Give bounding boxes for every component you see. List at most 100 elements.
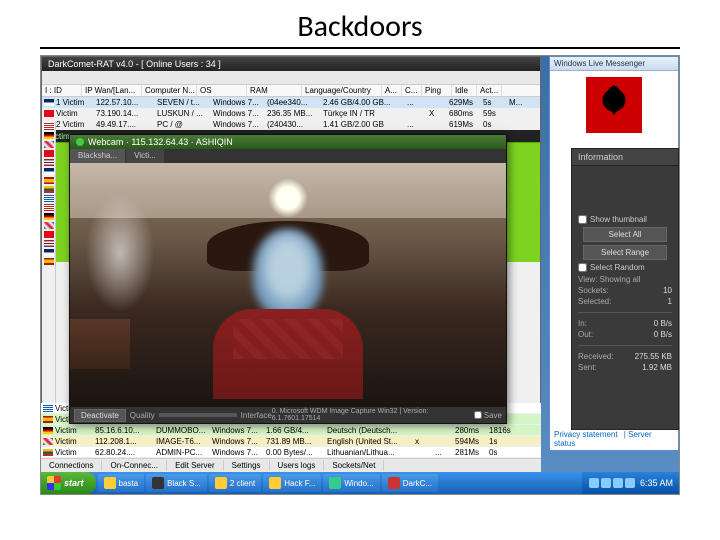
tab-connections[interactable]: Connections	[41, 460, 102, 471]
privacy-link[interactable]: Privacy statement	[554, 430, 618, 439]
start-button[interactable]: start	[41, 472, 96, 494]
folder-icon	[104, 477, 116, 489]
flag-icon	[44, 186, 54, 193]
webcam-scene	[70, 163, 506, 409]
flag-icon	[44, 249, 54, 256]
interface-label: Interface	[241, 411, 272, 420]
app-icon	[152, 477, 164, 489]
scene-lamp	[268, 178, 308, 218]
col-idle[interactable]: Idle	[452, 85, 477, 96]
flag-icon	[43, 405, 53, 412]
col-lang[interactable]: Language/Country	[302, 85, 382, 96]
table-row[interactable]: Victim62.80.24....ADMIN-PC...Windows 7..…	[41, 447, 541, 458]
interface-value: 0. Microsoft WDM Image Capture Win32 | V…	[272, 408, 474, 422]
tab-blackshades[interactable]: Blacksha...	[70, 149, 125, 163]
col-computer[interactable]: Computer N...	[142, 85, 197, 96]
system-tray[interactable]: 6:35 AM	[582, 472, 679, 494]
flag-icon	[44, 195, 54, 202]
flag-icon	[44, 240, 54, 247]
folder-icon	[215, 477, 227, 489]
taskbar-item[interactable]: basta	[98, 474, 145, 492]
flag-icon	[44, 213, 54, 220]
flag-icon	[43, 449, 53, 456]
col-os[interactable]: OS	[197, 85, 247, 96]
table-row[interactable]: Victim85.16.6.10...DUMMOBO...Windows 7..…	[41, 425, 541, 436]
table-row[interactable]: 1 Victim122.57.10...SEVEN / t...Windows …	[42, 97, 540, 108]
rat-column-headers[interactable]: I : ID IP Wan/[Lan... Computer N... OS R…	[42, 85, 540, 97]
quality-slider[interactable]	[159, 413, 237, 417]
table-row[interactable]: Victim73.190.14...LUSKUN / ...Windows 7.…	[42, 108, 540, 119]
taskbar-item[interactable]: 2 client	[209, 474, 261, 492]
webcam-icon	[76, 138, 84, 146]
tab-sockets[interactable]: Sockets/Net	[324, 460, 384, 471]
save-label: Save	[484, 411, 502, 420]
flag-icon	[43, 427, 53, 434]
view-showing: View: Showing all	[578, 275, 672, 284]
scene-glare	[80, 183, 160, 323]
table-row[interactable]: Victim112.208.1...IMAGE-T6...Windows 7..…	[41, 436, 541, 447]
taskbar-item[interactable]: Windo...	[323, 474, 379, 492]
flag-icon	[43, 416, 53, 423]
country-strip	[42, 121, 56, 450]
taskbar-item[interactable]: DarkC...	[382, 474, 438, 492]
rat-bottom-tabs: Connections On-Connec... Edit Server Set…	[41, 458, 541, 472]
save-checkbox[interactable]	[474, 411, 482, 419]
flag-icon	[44, 168, 54, 175]
info-panel: Information Show thumbnail Select All Se…	[571, 148, 679, 430]
deactivate-button[interactable]: Deactivate	[74, 409, 126, 422]
in-stat: In:0 B/s	[578, 319, 672, 328]
col-act[interactable]: Act...	[477, 85, 502, 96]
scene-shelf	[70, 319, 130, 369]
col-c[interactable]: C...	[402, 85, 422, 96]
windows-logo-icon	[47, 476, 61, 490]
webcam-window: Webcam · 115.132.64.43 · ASHIQIN Blacksh…	[69, 134, 507, 424]
messenger-footer: Privacy statement | Server status	[554, 430, 674, 448]
table-row[interactable]: 2 Victim49.49.17....PC / @Windows 7...(2…	[42, 119, 540, 130]
tab-settings[interactable]: Settings	[224, 460, 270, 471]
scene-person	[213, 229, 363, 409]
flag-icon	[44, 110, 54, 117]
flag-icon	[44, 177, 54, 184]
select-random-checkbox[interactable]: Select Random	[578, 263, 672, 272]
selected-stat: Selected:1	[578, 297, 672, 306]
rat-toolbar[interactable]	[42, 71, 540, 85]
rat-rows-top: 1 Victim122.57.10...SEVEN / t...Windows …	[42, 97, 540, 130]
flag-icon	[44, 150, 54, 157]
taskbar-item[interactable]: Black S...	[146, 474, 207, 492]
sockets-stat: Sockets:10	[578, 286, 672, 295]
messenger-title: Windows Live Messenger	[550, 57, 678, 71]
tray-icon[interactable]	[589, 478, 599, 488]
webcam-title-bar[interactable]: Webcam · 115.132.64.43 · ASHIQIN	[70, 135, 506, 149]
slide-underline	[40, 47, 680, 49]
info-panel-title: Information	[572, 149, 678, 166]
app-icon	[388, 477, 400, 489]
flag-icon	[44, 258, 54, 265]
tray-icon[interactable]	[613, 478, 623, 488]
tray-icon[interactable]	[625, 478, 635, 488]
taskbar-clock[interactable]: 6:35 AM	[640, 478, 673, 488]
flag-icon	[44, 141, 54, 148]
select-all-button[interactable]: Select All	[583, 227, 668, 242]
show-thumbnail-checkbox[interactable]: Show thumbnail	[578, 215, 672, 224]
col-a[interactable]: A...	[382, 85, 402, 96]
tab-victims[interactable]: Victi...	[126, 149, 164, 163]
tab-userlogs[interactable]: Users logs	[270, 460, 325, 471]
slide-title: Backdoors	[0, 0, 720, 47]
webcam-tabs: Blacksha... Victi...	[70, 149, 506, 163]
col-id[interactable]: I : ID	[42, 85, 82, 96]
taskbar-item[interactable]: Hack F...	[263, 474, 321, 492]
quality-label: Quality	[130, 411, 155, 420]
flag-icon	[44, 231, 54, 238]
rat-window-title: DarkComet-RAT v4.0 - [ Online Users : 34…	[42, 57, 540, 71]
tab-editserver[interactable]: Edit Server	[167, 460, 224, 471]
select-range-button[interactable]: Select Range	[583, 245, 668, 260]
tab-onconnect[interactable]: On-Connec...	[102, 460, 167, 471]
webcam-title-text: Webcam · 115.132.64.43 · ASHIQIN	[88, 137, 233, 147]
col-ip[interactable]: IP Wan/[Lan...	[82, 85, 142, 96]
folder-icon	[269, 477, 281, 489]
col-ram[interactable]: RAM	[247, 85, 302, 96]
messenger-avatar[interactable]	[586, 77, 642, 133]
flag-icon	[43, 438, 53, 445]
tray-icon[interactable]	[601, 478, 611, 488]
col-ping[interactable]: Ping	[422, 85, 452, 96]
